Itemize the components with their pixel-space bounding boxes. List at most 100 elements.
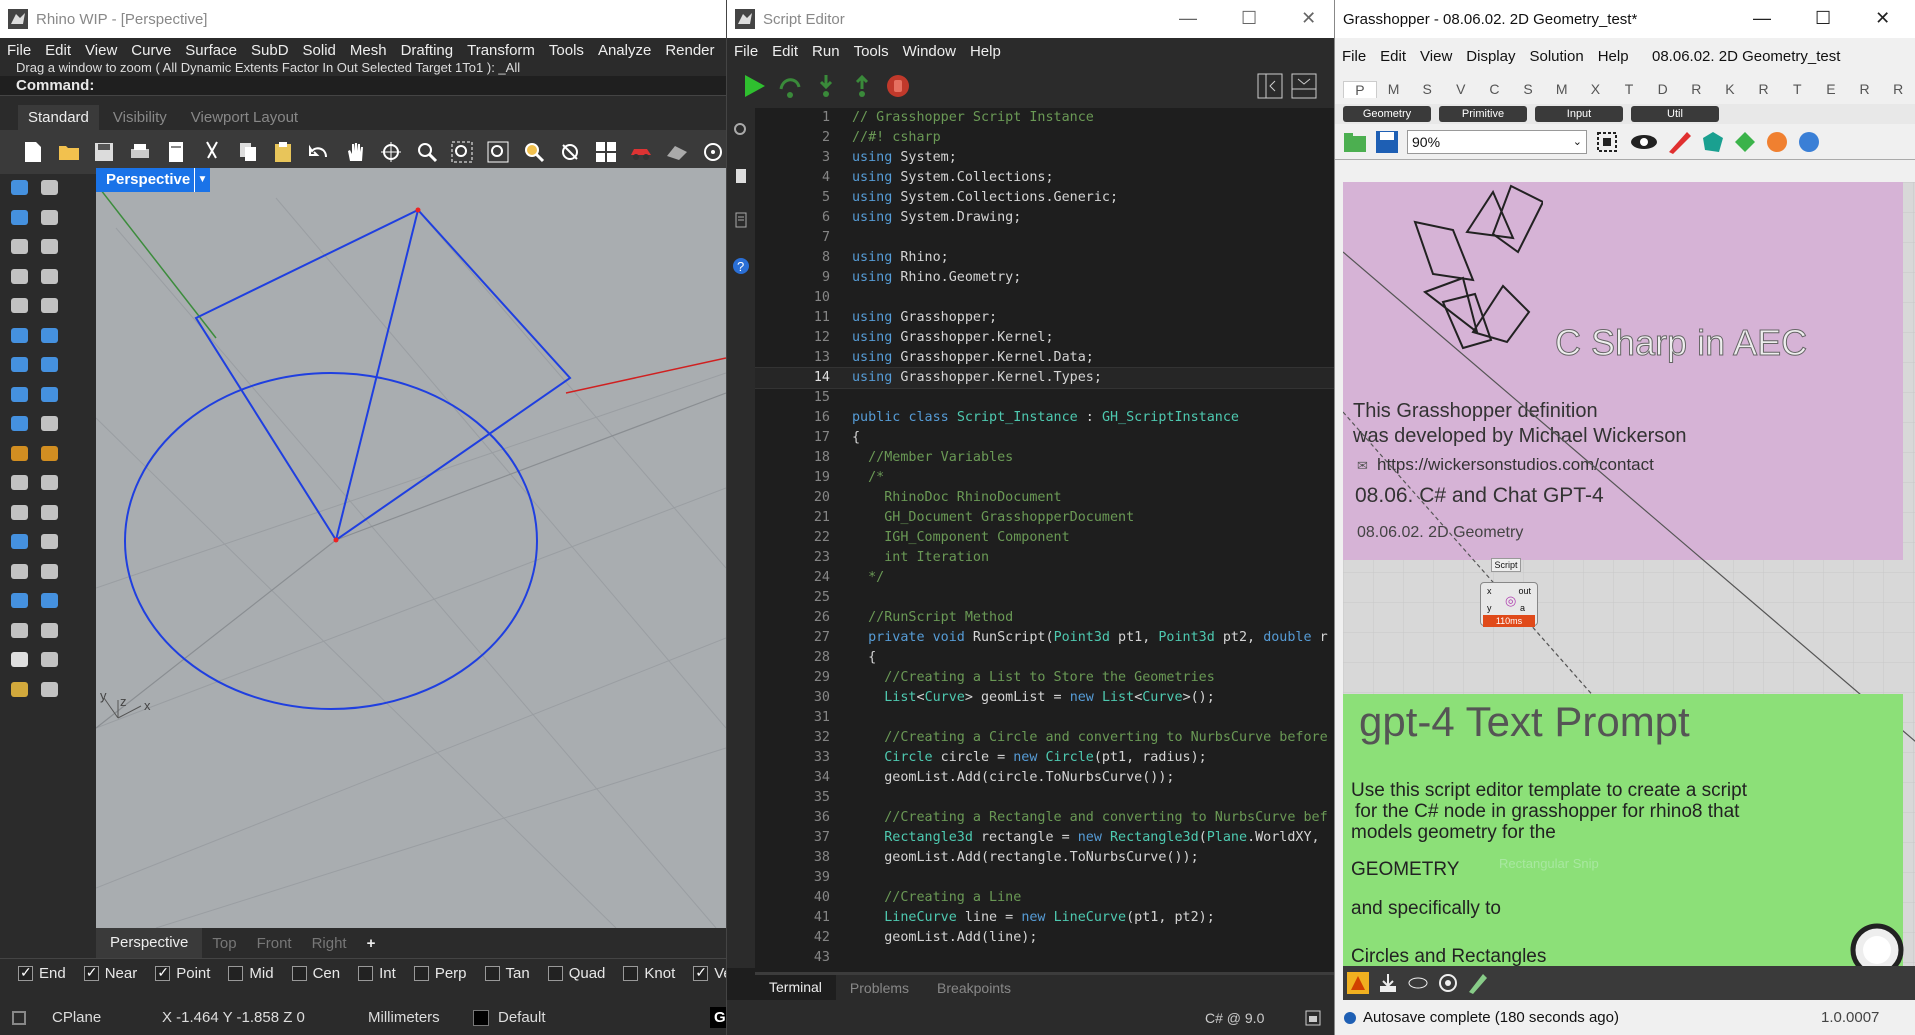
osnap-tan[interactable]: Tan: [484, 965, 530, 982]
paste-icon[interactable]: [271, 139, 297, 165]
print-icon[interactable]: [127, 139, 153, 165]
osnap-near[interactable]: Near: [83, 964, 137, 982]
four-viewports-icon[interactable]: [593, 139, 619, 165]
menu-view[interactable]: View: [78, 42, 124, 59]
group-input[interactable]: Input: [1535, 106, 1623, 122]
code-line[interactable]: 28 {: [755, 648, 1334, 668]
sphere-icon[interactable]: [38, 353, 64, 379]
ribbon-tab-10[interactable]: R: [1679, 81, 1713, 97]
layer-icon[interactable]: [8, 678, 34, 704]
menu-edit[interactable]: Edit: [1373, 48, 1413, 65]
menu-surface[interactable]: Surface: [178, 42, 244, 59]
menu-window[interactable]: Window: [896, 43, 963, 60]
osnap-checkbox[interactable]: [484, 966, 500, 981]
maximize-icon[interactable]: ☐: [1815, 8, 1831, 29]
zoom-icon[interactable]: [414, 139, 440, 165]
code-line[interactable]: 20 RhinoDoc RhinoDocument: [755, 488, 1334, 508]
code-line[interactable]: 25: [755, 588, 1334, 608]
viewport-canvas[interactable]: x y z: [96, 168, 726, 928]
select-icon[interactable]: [8, 176, 34, 202]
group-primitive[interactable]: Primitive: [1439, 106, 1527, 122]
ribbon-tab-13[interactable]: T: [1780, 81, 1814, 97]
shaded-preview-icon[interactable]: [1733, 130, 1757, 154]
polyline-icon[interactable]: [8, 206, 34, 232]
zoom-dropdown[interactable]: 90% ⌄: [1407, 129, 1587, 154]
status-panel-icon[interactable]: [1305, 1010, 1321, 1026]
zoom-window-icon[interactable]: [450, 139, 476, 165]
cylinder-icon[interactable]: [8, 412, 34, 438]
osnap-checkbox[interactable]: [18, 964, 33, 981]
code-line[interactable]: 26 //RunScript Method: [755, 608, 1334, 628]
code-line[interactable]: 10: [755, 288, 1334, 308]
osnap-quad[interactable]: Quad: [547, 965, 605, 982]
osnap-checkbox[interactable]: [358, 966, 374, 981]
viewport-tab-front[interactable]: Front: [247, 935, 302, 952]
viewport-tab-perspective[interactable]: Perspective: [96, 928, 203, 958]
status-grid-snap[interactable]: G: [710, 1007, 726, 1028]
code-line[interactable]: 6 using System.Drawing;: [755, 208, 1334, 228]
code-line[interactable]: 32 //Creating a Circle and converting to…: [755, 728, 1334, 748]
zoom-selected-icon[interactable]: [521, 139, 547, 165]
osnap-checkbox[interactable]: [693, 964, 709, 981]
menu-file[interactable]: File: [1335, 48, 1373, 65]
code-line[interactable]: 35: [755, 788, 1334, 808]
code-line[interactable]: 5 using System.Collections.Generic;: [755, 188, 1334, 208]
options-icon[interactable]: [700, 139, 726, 165]
boolean-icon[interactable]: [38, 324, 64, 350]
help-icon[interactable]: ?: [731, 256, 751, 276]
output-out[interactable]: out: [1518, 586, 1531, 596]
ribbon-tab-12[interactable]: R: [1747, 81, 1781, 97]
code-line[interactable]: 13 using Grasshopper.Kernel.Data;: [755, 348, 1334, 368]
wireframe-preview-icon[interactable]: [1701, 130, 1725, 154]
status-units[interactable]: Millimeters: [368, 1009, 440, 1026]
tab-standard[interactable]: Standard: [18, 105, 99, 130]
tab-terminal[interactable]: Terminal: [755, 975, 836, 1000]
maximize-icon[interactable]: ☐: [1241, 8, 1257, 29]
zoom-extents-icon[interactable]: [1595, 130, 1621, 154]
osnap-checkbox[interactable]: [623, 966, 639, 981]
menu-view[interactable]: View: [1413, 48, 1459, 65]
ribbon-tab-16[interactable]: R: [1881, 81, 1915, 97]
layer-color-swatch[interactable]: [473, 1009, 489, 1026]
code-line[interactable]: 15: [755, 388, 1334, 408]
perspective-viewport[interactable]: x y z Perspective ▼: [96, 168, 726, 928]
viewport-tab-right[interactable]: Right: [302, 935, 357, 952]
input-y[interactable]: y: [1487, 603, 1492, 613]
plane-icon[interactable]: [8, 383, 34, 409]
osnap-checkbox[interactable]: [413, 966, 429, 981]
code-line[interactable]: 36 //Creating a Rectangle and converting…: [755, 808, 1334, 828]
menu-analyze[interactable]: Analyze: [591, 42, 658, 59]
canvas-navigator-icon[interactable]: [1849, 922, 1905, 966]
viewport-menu-caret-icon[interactable]: ▼: [194, 168, 210, 192]
minimize-icon[interactable]: —: [1753, 8, 1771, 29]
selected-preview-icon[interactable]: [1765, 130, 1789, 154]
circle-center-icon[interactable]: [8, 294, 34, 320]
join-icon[interactable]: [38, 442, 64, 468]
ribbon-tab-11[interactable]: K: [1713, 81, 1747, 97]
code-line[interactable]: 31: [755, 708, 1334, 728]
ribbon-tab-14[interactable]: E: [1814, 81, 1848, 97]
status-cplane[interactable]: CPlane: [52, 1009, 101, 1026]
close-icon[interactable]: ✕: [1301, 8, 1316, 29]
output-a[interactable]: a: [1520, 603, 1525, 613]
new-file-icon[interactable]: [20, 139, 46, 165]
code-line[interactable]: 14 using Grasshopper.Kernel.Types;: [755, 367, 1334, 389]
menu-file[interactable]: File: [727, 43, 765, 60]
osnap-checkbox[interactable]: [155, 964, 171, 981]
menu-render[interactable]: Render: [658, 42, 721, 59]
widget-download-icon[interactable]: [1377, 972, 1399, 994]
cap-icon[interactable]: [38, 648, 64, 674]
step-over-icon[interactable]: [777, 73, 803, 99]
code-line[interactable]: 38 geomList.Add(rectangle.ToNurbsCurve()…: [755, 848, 1334, 868]
save-icon[interactable]: [1375, 130, 1399, 154]
ribbon-tab-7[interactable]: X: [1579, 81, 1613, 97]
menu-display[interactable]: Display: [1459, 48, 1522, 65]
ribbon-tab-6[interactable]: M: [1545, 81, 1579, 97]
edit-points-icon[interactable]: [38, 412, 64, 438]
code-line[interactable]: 34 geomList.Add(circle.ToNurbsCurve());: [755, 768, 1334, 788]
render-icon[interactable]: [38, 619, 64, 645]
code-line[interactable]: 1 // Grasshopper Script Instance: [755, 108, 1334, 128]
ribbon-tab-1[interactable]: M: [1377, 81, 1411, 97]
menu-mesh[interactable]: Mesh: [343, 42, 394, 59]
menu-drafting[interactable]: Drafting: [394, 42, 461, 59]
